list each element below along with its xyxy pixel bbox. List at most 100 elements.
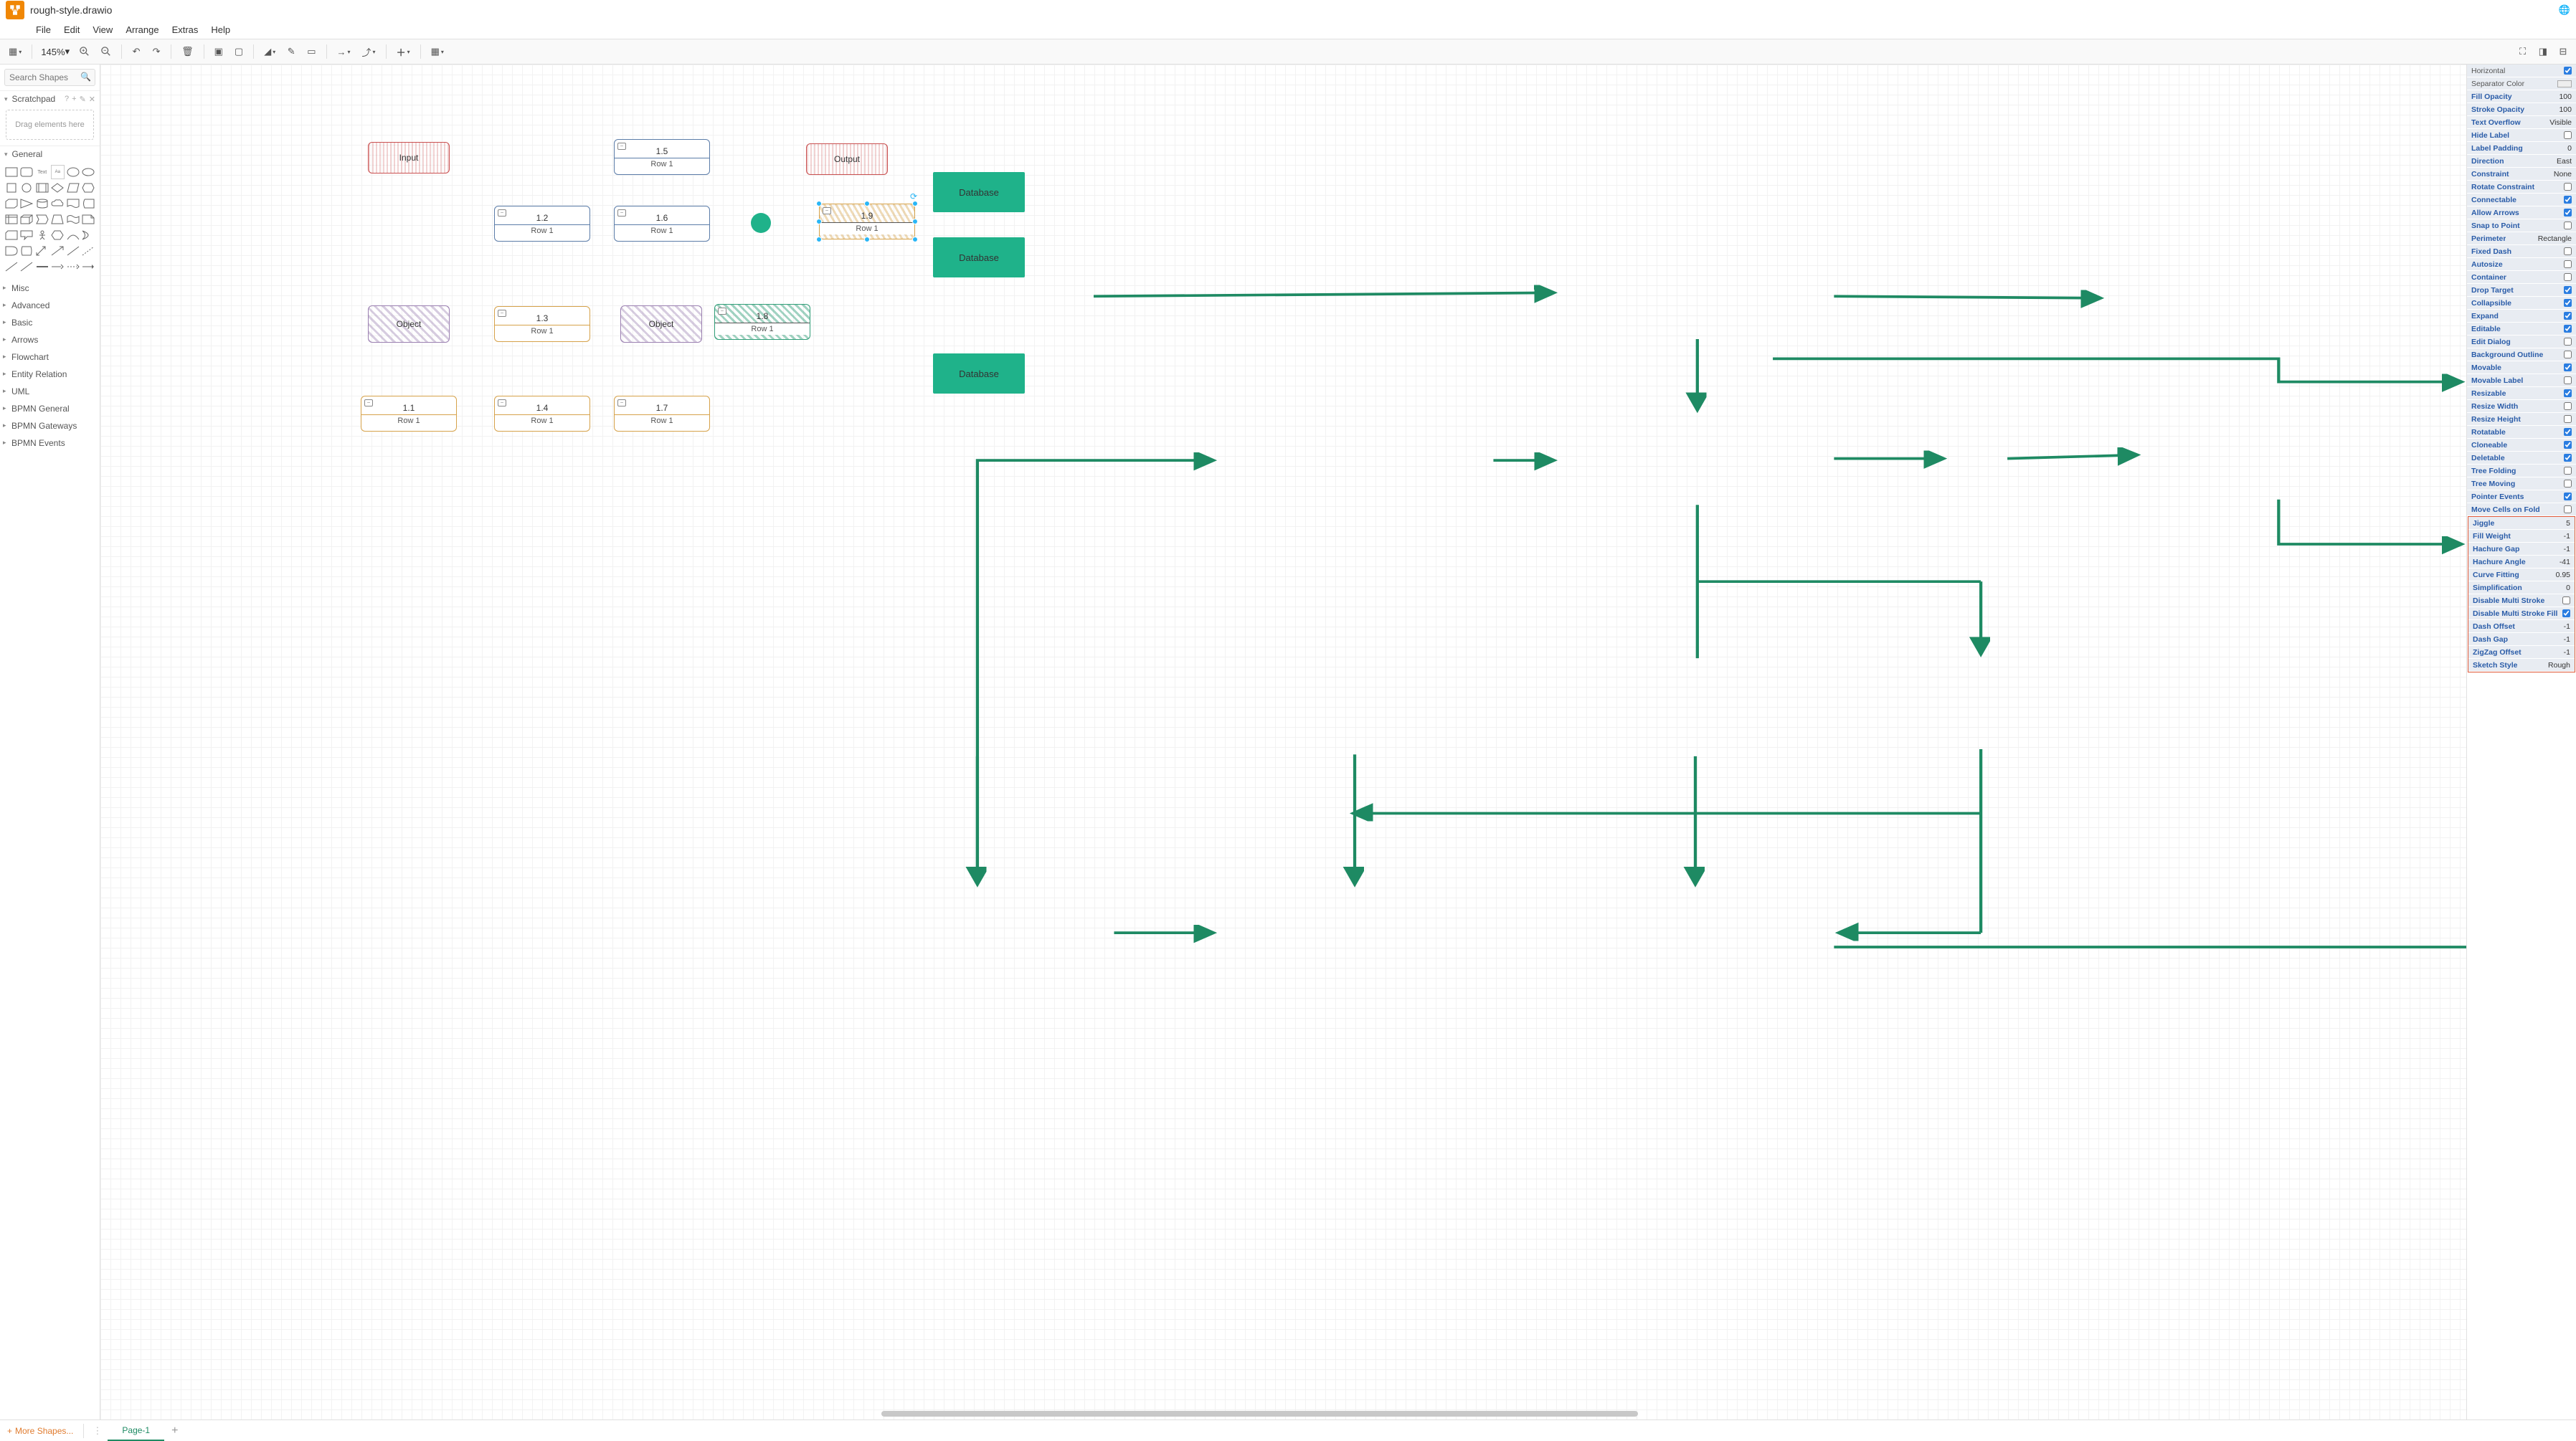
node-output[interactable]: Output bbox=[806, 143, 888, 175]
shape-note[interactable] bbox=[82, 212, 96, 227]
category-misc[interactable]: Misc bbox=[0, 280, 100, 297]
prop-value[interactable]: Rough bbox=[2548, 661, 2570, 670]
shape-conn1[interactable] bbox=[35, 260, 49, 274]
scratchpad-add-icon[interactable]: + bbox=[72, 95, 76, 104]
prop-connectable[interactable]: Connectable bbox=[2467, 194, 2576, 206]
prop-drop-target[interactable]: Drop Target bbox=[2467, 284, 2576, 297]
prop-label-padding[interactable]: Label Padding0 bbox=[2467, 142, 2576, 155]
prop-fill-opacity[interactable]: Fill Opacity100 bbox=[2467, 90, 2576, 103]
prop-checkbox[interactable] bbox=[2564, 493, 2572, 500]
category-bpmn-gateways[interactable]: BPMN Gateways bbox=[0, 417, 100, 434]
page-handle-icon[interactable]: ⋮ bbox=[87, 1425, 108, 1437]
prop-tree-moving[interactable]: Tree Moving bbox=[2467, 477, 2576, 490]
shape-ds[interactable] bbox=[82, 196, 96, 211]
category-bpmn-general[interactable]: BPMN General bbox=[0, 400, 100, 417]
shape-step[interactable] bbox=[35, 212, 49, 227]
prop-jiggle[interactable]: Jiggle5 bbox=[2468, 517, 2575, 530]
scratchpad-section[interactable]: Scratchpad ?+✎✕ bbox=[0, 90, 100, 107]
prop-curve-fitting[interactable]: Curve Fitting0.95 bbox=[2468, 569, 2575, 581]
prop-checkbox[interactable] bbox=[2564, 428, 2572, 436]
prop-resize-height[interactable]: Resize Height bbox=[2467, 413, 2576, 426]
canvas[interactable]: Input Output −1.5Row 1 −1.2Row 1 −1.6Row… bbox=[100, 65, 2466, 1419]
node-15[interactable]: −1.5Row 1 bbox=[614, 139, 710, 175]
shape-cube[interactable] bbox=[20, 212, 34, 227]
zoom-out-icon[interactable] bbox=[97, 42, 115, 61]
shape-hexagon[interactable] bbox=[82, 181, 96, 195]
prop-checkbox[interactable] bbox=[2564, 441, 2572, 449]
node-db3[interactable]: Database bbox=[933, 353, 1025, 394]
prop-editable[interactable]: Editable bbox=[2467, 323, 2576, 336]
prop-checkbox[interactable] bbox=[2562, 596, 2570, 604]
scratchpad-help-icon[interactable]: ? bbox=[65, 95, 69, 104]
shape-conn2[interactable] bbox=[51, 260, 65, 274]
shape-text[interactable]: Text bbox=[35, 165, 49, 179]
fold-icon[interactable]: − bbox=[498, 310, 506, 317]
prop-value[interactable]: 100 bbox=[2559, 92, 2572, 101]
prop-value[interactable]: 0 bbox=[2566, 584, 2570, 592]
category-bpmn-events[interactable]: BPMN Events bbox=[0, 434, 100, 452]
undo-icon[interactable]: ↶ bbox=[128, 42, 145, 61]
shape-curve[interactable] bbox=[66, 228, 80, 242]
prop-disable-multi-stroke-fill[interactable]: Disable Multi Stroke Fill bbox=[2468, 607, 2575, 620]
prop-dash-offset[interactable]: Dash Offset-1 bbox=[2468, 620, 2575, 633]
prop-value[interactable]: -1 bbox=[2564, 545, 2570, 553]
shape-dashed[interactable] bbox=[82, 244, 96, 258]
prop-tree-folding[interactable]: Tree Folding bbox=[2467, 465, 2576, 477]
shape-rect[interactable] bbox=[4, 165, 19, 179]
prop-rotate-constraint[interactable]: Rotate Constraint bbox=[2467, 181, 2576, 194]
line-color-icon[interactable]: ✎ bbox=[283, 42, 300, 61]
page-tab[interactable]: Page-1 bbox=[108, 1421, 164, 1441]
shape-arrow[interactable] bbox=[51, 244, 65, 258]
prop-value[interactable]: 100 bbox=[2559, 105, 2572, 114]
fold-icon[interactable]: − bbox=[364, 399, 373, 406]
category-arrows[interactable]: Arrows bbox=[0, 331, 100, 348]
prop-checkbox[interactable] bbox=[2564, 376, 2572, 384]
menu-help[interactable]: Help bbox=[205, 22, 236, 37]
prop-value[interactable]: -1 bbox=[2564, 532, 2570, 541]
shape-arrow2[interactable] bbox=[35, 244, 49, 258]
prop-constraint[interactable]: ConstraintNone bbox=[2467, 168, 2576, 181]
prop-dash-gap[interactable]: Dash Gap-1 bbox=[2468, 633, 2575, 646]
node-18[interactable]: −1.8Row 1 bbox=[714, 304, 810, 340]
prop-movable[interactable]: Movable bbox=[2467, 361, 2576, 374]
prop-movable-label[interactable]: Movable Label bbox=[2467, 374, 2576, 387]
prop-allow-arrows[interactable]: Allow Arrows bbox=[2467, 206, 2576, 219]
prop-value[interactable]: East bbox=[2557, 157, 2572, 166]
app-logo[interactable] bbox=[6, 1, 24, 19]
prop-pointer-events[interactable]: Pointer Events bbox=[2467, 490, 2576, 503]
node-input[interactable]: Input bbox=[368, 142, 450, 173]
prop-text-overflow[interactable]: Text OverflowVisible bbox=[2467, 116, 2576, 129]
node-12[interactable]: −1.2Row 1 bbox=[494, 206, 590, 242]
shape-circle[interactable] bbox=[20, 181, 34, 195]
more-shapes-button[interactable]: +More Shapes... bbox=[0, 1426, 80, 1436]
prop-checkbox[interactable] bbox=[2564, 196, 2572, 204]
node-16[interactable]: −1.6Row 1 bbox=[614, 206, 710, 242]
prop-value[interactable]: 0.95 bbox=[2556, 571, 2570, 579]
shadow-icon[interactable]: ▭ bbox=[303, 42, 320, 61]
prop-checkbox[interactable] bbox=[2564, 325, 2572, 333]
shape-conn4[interactable] bbox=[82, 260, 96, 274]
prop-checkbox[interactable] bbox=[2564, 222, 2572, 229]
add-page-button[interactable]: + bbox=[164, 1425, 185, 1437]
shape-textbox[interactable]: Aa bbox=[51, 165, 65, 179]
prop-resizable[interactable]: Resizable bbox=[2467, 387, 2576, 400]
prop-checkbox[interactable] bbox=[2564, 363, 2572, 371]
prop-value[interactable]: -41 bbox=[2560, 558, 2570, 566]
general-section[interactable]: General bbox=[0, 146, 100, 162]
node-circle[interactable] bbox=[751, 213, 771, 233]
prop-stroke-opacity[interactable]: Stroke Opacity100 bbox=[2467, 103, 2576, 116]
prop-value[interactable]: Visible bbox=[2549, 118, 2572, 127]
prop-fill-weight[interactable]: Fill Weight-1 bbox=[2468, 530, 2575, 543]
prop-checkbox[interactable] bbox=[2562, 609, 2570, 617]
shape-document[interactable] bbox=[66, 196, 80, 211]
prop-edit-dialog[interactable]: Edit Dialog bbox=[2467, 336, 2576, 348]
shape-square[interactable] bbox=[4, 181, 19, 195]
node-object1[interactable]: Object bbox=[368, 305, 450, 343]
node-19[interactable]: −1.9Row 1 ⟳ bbox=[819, 204, 915, 239]
prop-value[interactable]: Rectangle bbox=[2538, 234, 2572, 243]
scratchpad-edit-icon[interactable]: ✎ bbox=[80, 95, 86, 104]
waypoints-icon[interactable]: ⤴▾ bbox=[358, 42, 380, 61]
fold-icon[interactable]: − bbox=[498, 399, 506, 406]
prop-value[interactable]: None bbox=[2554, 170, 2572, 179]
shape-rrect[interactable] bbox=[20, 165, 34, 179]
